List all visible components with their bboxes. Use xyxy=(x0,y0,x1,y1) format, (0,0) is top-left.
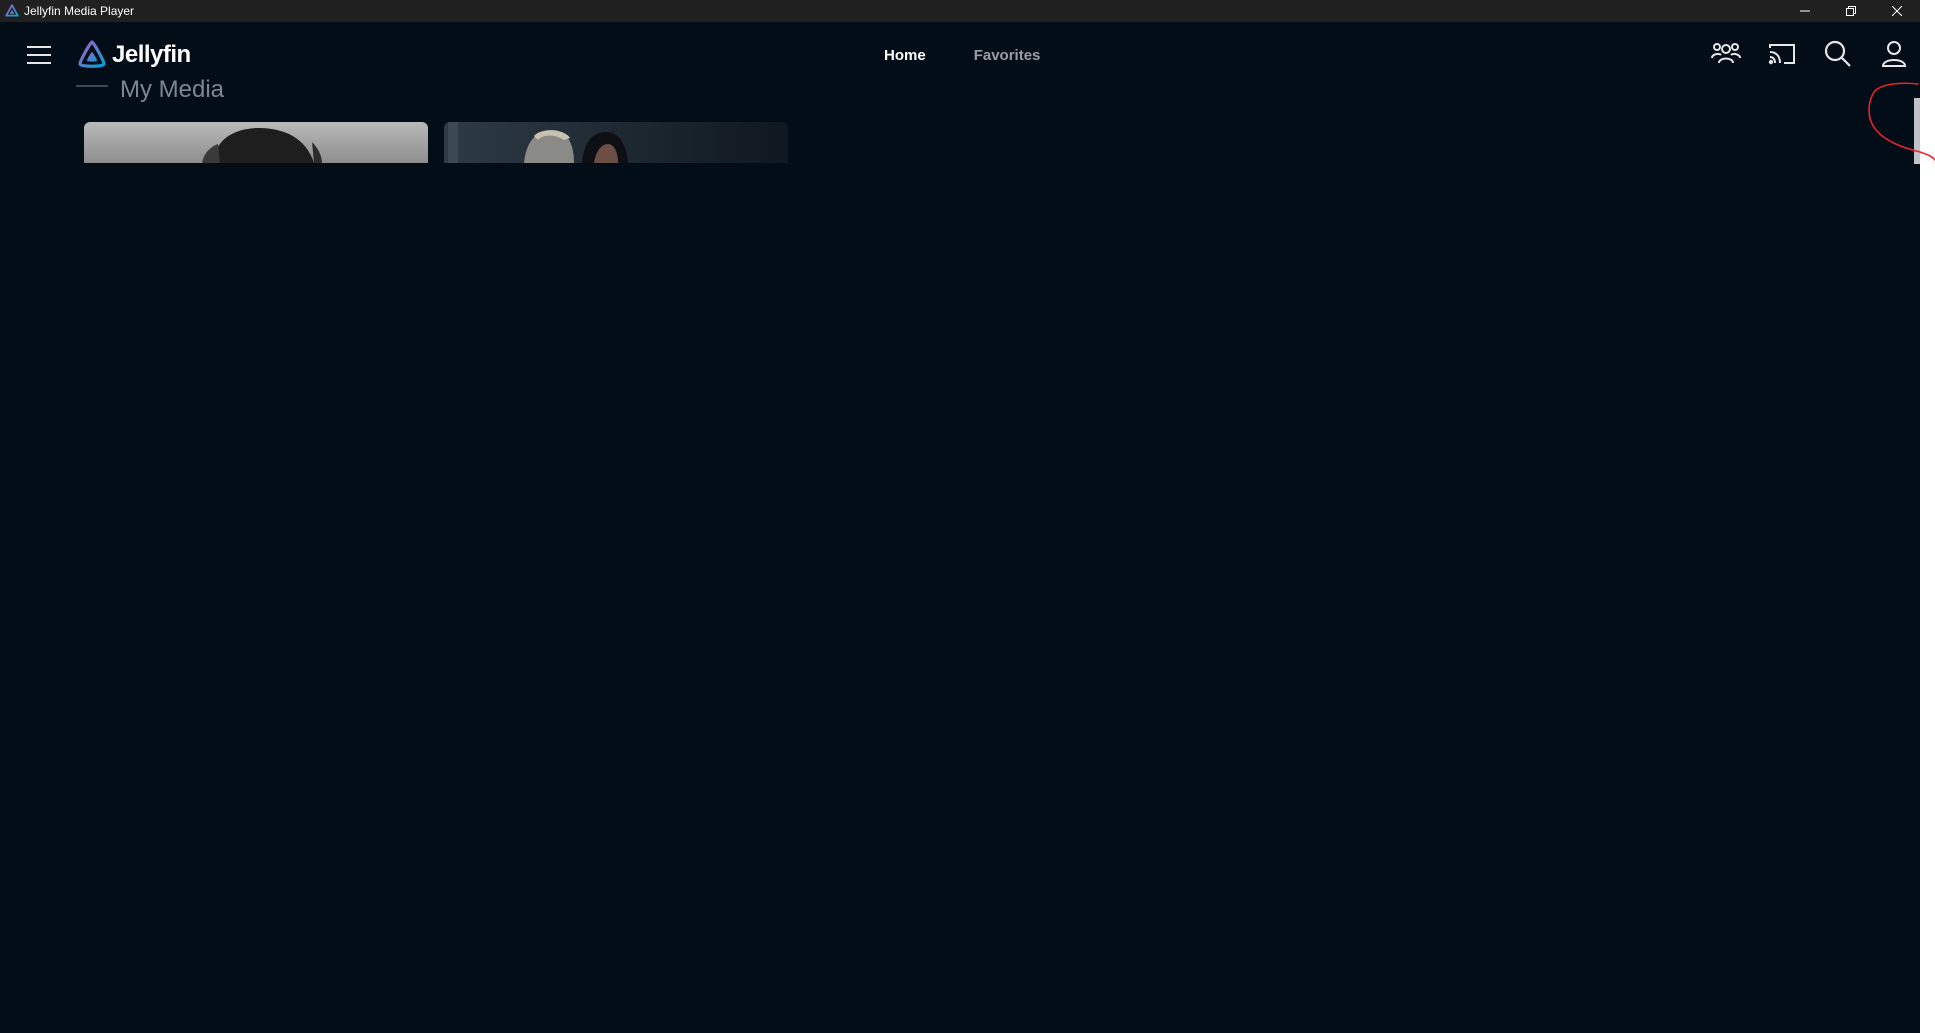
cast-button[interactable] xyxy=(1764,36,1800,72)
users-icon xyxy=(1711,43,1741,64)
jellyfin-logo-icon xyxy=(78,40,106,68)
desktop-edge xyxy=(1920,0,1935,1033)
close-button[interactable] xyxy=(1874,0,1920,22)
media-card-image xyxy=(444,122,788,163)
section-divider xyxy=(76,85,108,87)
restore-button[interactable] xyxy=(1828,0,1874,22)
title-bar: Jellyfin Media Player xyxy=(0,0,1920,22)
media-card[interactable] xyxy=(444,122,788,163)
media-cards-row xyxy=(84,122,804,163)
search-button[interactable] xyxy=(1820,36,1856,72)
tab-home[interactable]: Home xyxy=(860,46,950,66)
window-controls xyxy=(1782,0,1920,22)
section-title-text: My Media xyxy=(120,78,225,103)
minimize-button[interactable] xyxy=(1782,0,1828,22)
user-icon xyxy=(1881,41,1907,67)
syncplay-button[interactable] xyxy=(1708,36,1744,72)
close-icon xyxy=(1892,6,1902,16)
jellyfin-app-icon xyxy=(4,3,20,19)
hamburger-icon xyxy=(27,46,51,64)
cast-icon xyxy=(1768,44,1795,65)
media-card-image xyxy=(84,122,428,163)
menu-button[interactable] xyxy=(26,42,52,68)
section-title-my-media: My Media xyxy=(76,78,224,108)
search-icon xyxy=(1824,40,1851,67)
media-card[interactable] xyxy=(84,122,428,163)
app-window: Jellyfin Media Player Jellyfin Home Favo… xyxy=(0,0,1920,1033)
window-title: Jellyfin Media Player xyxy=(24,4,135,18)
tab-favorites[interactable]: Favorites xyxy=(950,46,1065,66)
logo-text: Jellyfin xyxy=(112,41,191,68)
app-header: Jellyfin Home Favorites xyxy=(0,22,1920,90)
header-tabs: Home Favorites xyxy=(860,46,1064,66)
user-menu-button[interactable] xyxy=(1876,36,1912,72)
restore-icon xyxy=(1846,6,1856,16)
minimize-icon xyxy=(1800,10,1810,12)
header-actions xyxy=(1688,36,1912,72)
jellyfin-logo[interactable]: Jellyfin xyxy=(76,36,191,74)
